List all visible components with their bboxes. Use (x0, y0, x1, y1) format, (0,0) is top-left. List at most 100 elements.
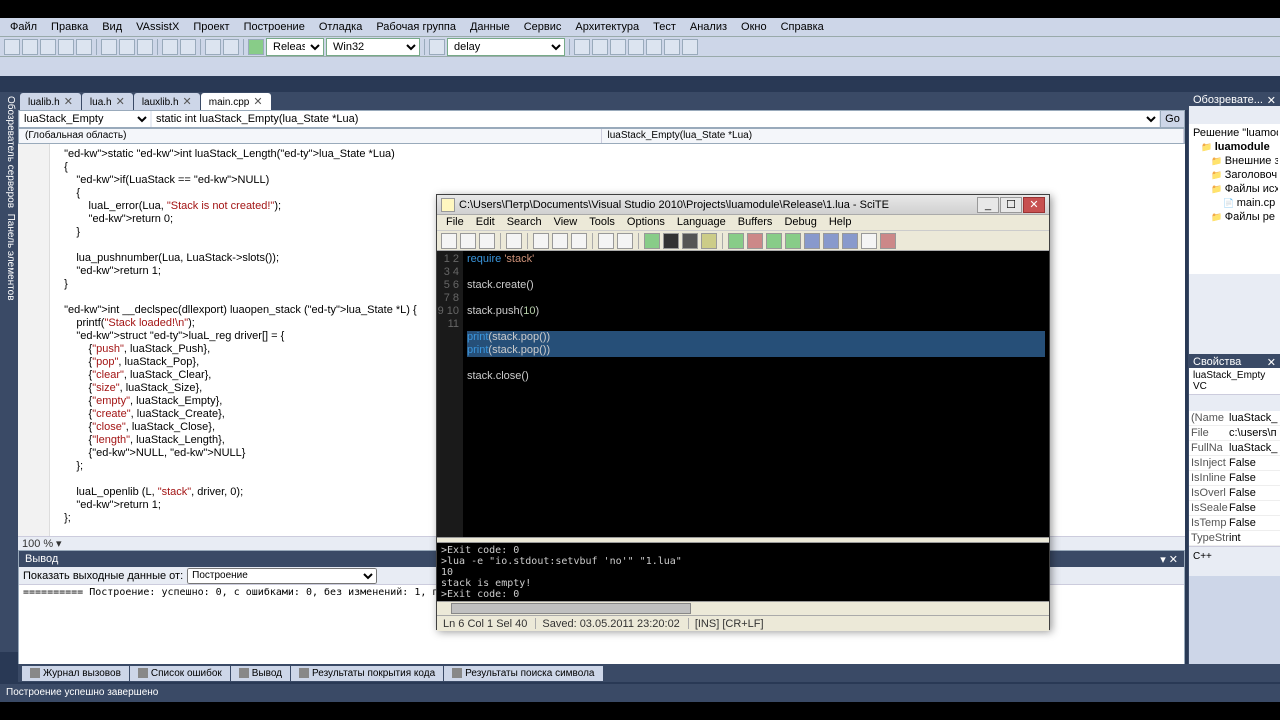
tb-btn-e[interactable] (646, 39, 662, 55)
scrollbar-thumb[interactable] (451, 603, 691, 614)
menu-анализ[interactable]: Анализ (684, 20, 733, 34)
property-row[interactable]: IsInjectFalse (1189, 456, 1280, 471)
tab-close-icon[interactable]: ✕ (253, 96, 262, 108)
scite-tb-b2[interactable] (823, 233, 839, 249)
folder-resources[interactable]: Файлы ре (1191, 210, 1278, 224)
doc-tab[interactable]: lauxlib.h✕ (134, 93, 200, 110)
project-node[interactable]: luamodule (1191, 140, 1278, 154)
scite-output-pane[interactable]: >Exit code: 0 >lua -e "io.stdout:setvbuf… (437, 543, 1049, 601)
scite-menu-language[interactable]: Language (672, 216, 731, 229)
scite-menu-help[interactable]: Help (824, 216, 857, 229)
scite-stop-icon[interactable] (663, 233, 679, 249)
redo-button[interactable] (180, 39, 196, 55)
doc-tab[interactable]: main.cpp✕ (201, 93, 271, 110)
scite-menu-file[interactable]: File (441, 216, 469, 229)
scite-tb-b[interactable] (804, 233, 820, 249)
tab-close-icon[interactable]: ✕ (183, 96, 192, 108)
nav-back-button[interactable] (205, 39, 221, 55)
menu-сервис[interactable]: Сервис (518, 20, 568, 34)
output-tb2[interactable] (399, 569, 413, 583)
open-button[interactable] (40, 39, 56, 55)
doc-tab[interactable]: lua.h✕ (82, 93, 133, 110)
scite-window[interactable]: C:\Users\Петр\Documents\Visual Studio 20… (436, 194, 1050, 630)
scite-tb-b3[interactable] (842, 233, 858, 249)
scite-menu-search[interactable]: Search (502, 216, 547, 229)
menu-отладка[interactable]: Отладка (313, 20, 368, 34)
se-home-icon[interactable] (1190, 107, 1204, 121)
properties-object-combo[interactable]: luaStack_Empty VC (1189, 368, 1280, 395)
undo-button[interactable] (162, 39, 178, 55)
maximize-button[interactable]: ☐ (1000, 197, 1022, 213)
scite-copy-icon[interactable] (552, 233, 568, 249)
se-props-icon[interactable] (1238, 107, 1252, 121)
file-main-cpp[interactable]: main.cp (1191, 196, 1278, 210)
scite-tb-r[interactable] (747, 233, 763, 249)
nav-fwd-button[interactable] (223, 39, 239, 55)
scite-print-icon[interactable] (506, 233, 522, 249)
find-button[interactable] (429, 39, 445, 55)
scite-menu-debug[interactable]: Debug (779, 216, 821, 229)
tb-btn-b[interactable] (592, 39, 608, 55)
tb-btn-d[interactable] (628, 39, 644, 55)
nav-scope-right[interactable]: luaStack_Empty(lua_State *Lua) (602, 129, 1185, 143)
scite-save-icon[interactable] (479, 233, 495, 249)
scite-titlebar[interactable]: C:\Users\Петр\Documents\Visual Studio 20… (437, 195, 1049, 215)
scite-code-text[interactable]: require 'stack' stack.create() stack.pus… (463, 251, 1049, 537)
menu-правка[interactable]: Правка (45, 20, 94, 34)
properties-grid[interactable]: (NameluaStack_EFilec:\users\пFullNaluaSt… (1189, 411, 1280, 546)
menu-справка[interactable]: Справка (775, 20, 830, 34)
bottom-tab[interactable]: Результаты покрытия кода (291, 666, 443, 681)
menu-тест[interactable]: Тест (647, 20, 682, 34)
property-row[interactable]: IsSealeFalse (1189, 501, 1280, 516)
scite-tb-y[interactable] (701, 233, 717, 249)
scite-menu-options[interactable]: Options (622, 216, 670, 229)
se-showall-icon[interactable] (1222, 107, 1236, 121)
bottom-tab[interactable]: Результаты поиска символа (444, 666, 602, 681)
menu-вид[interactable]: Вид (96, 20, 128, 34)
scite-build-icon[interactable] (682, 233, 698, 249)
tb-btn-a[interactable] (574, 39, 590, 55)
scite-tb-g4[interactable] (785, 233, 801, 249)
property-row[interactable]: Filec:\users\п (1189, 426, 1280, 441)
tab-close-icon[interactable]: ✕ (64, 96, 73, 108)
menu-проект[interactable]: Проект (187, 20, 235, 34)
property-row[interactable]: (NameluaStack_E (1189, 411, 1280, 426)
folder-headers[interactable]: Заголовоч (1191, 168, 1278, 182)
output-source-select[interactable]: Построение (187, 568, 377, 584)
scite-paste-icon[interactable] (571, 233, 587, 249)
nav-scope-left[interactable]: (Глобальная область) (19, 129, 602, 143)
new-project-button[interactable] (4, 39, 20, 55)
scite-redo-icon[interactable] (617, 233, 633, 249)
scite-cut-icon[interactable] (533, 233, 549, 249)
scope-class-select[interactable]: luaStack_Empty (20, 111, 150, 127)
paste-button[interactable] (137, 39, 153, 55)
save-button[interactable] (58, 39, 74, 55)
copy-button[interactable] (119, 39, 135, 55)
scope-function-select[interactable]: static int luaStack_Empty(lua_State *Lua… (152, 111, 1159, 127)
solution-node[interactable]: Решение "luamod (1191, 126, 1278, 140)
scite-undo-icon[interactable] (598, 233, 614, 249)
scite-open-icon[interactable] (460, 233, 476, 249)
folder-source[interactable]: Файлы исх (1191, 182, 1278, 196)
minimize-button[interactable]: _ (977, 197, 999, 213)
scite-menu-edit[interactable]: Edit (471, 216, 500, 229)
props-categorize-icon[interactable] (1190, 396, 1204, 410)
zoom-level[interactable]: 100 % (22, 538, 53, 550)
start-debug-button[interactable] (248, 39, 264, 55)
property-row[interactable]: IsOverlFalse (1189, 486, 1280, 501)
vs-side-tab-panel[interactable]: Обозреватель серверов Панель элементов (0, 92, 18, 652)
menu-vassistx[interactable]: VAssistX (130, 20, 185, 34)
output-tb1[interactable] (381, 569, 395, 583)
menu-окно[interactable]: Окно (735, 20, 773, 34)
scite-menu-view[interactable]: View (549, 216, 583, 229)
folder-external[interactable]: Внешние з (1191, 154, 1278, 168)
scite-tb-r2[interactable] (880, 233, 896, 249)
bottom-tab[interactable]: Список ошибок (130, 666, 230, 681)
panel-close-icon[interactable]: ✕ (1267, 94, 1276, 104)
scite-run-icon[interactable] (644, 233, 660, 249)
solution-platform-select[interactable]: Win32 (326, 38, 420, 56)
props-close-icon[interactable]: ✕ (1267, 356, 1276, 366)
menu-рабочая группа[interactable]: Рабочая группа (370, 20, 462, 34)
menu-файл[interactable]: Файл (4, 20, 43, 34)
scite-new-icon[interactable] (441, 233, 457, 249)
